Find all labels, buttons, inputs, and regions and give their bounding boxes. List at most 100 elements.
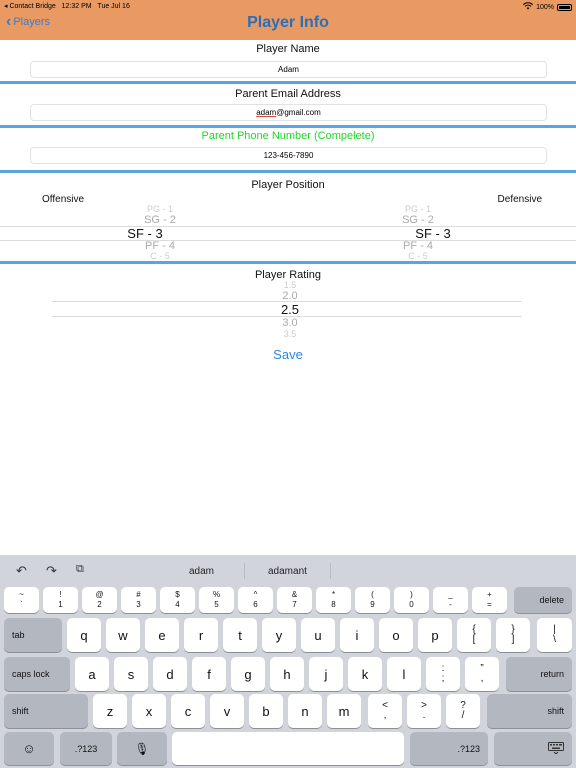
numbers-key-left[interactable]: .?123	[60, 732, 112, 765]
key-b[interactable]: b	[249, 694, 283, 728]
key-bottom: 7	[292, 600, 297, 609]
offensive-label: Offensive	[42, 194, 85, 205]
return-key[interactable]: return	[506, 657, 572, 691]
key-equals[interactable]: + =	[472, 587, 507, 613]
key-7[interactable]: & 7	[277, 587, 312, 613]
key-bottom: .	[422, 710, 426, 721]
key-a[interactable]: a	[75, 657, 109, 691]
key-q[interactable]: q	[67, 618, 101, 652]
key-bottom: `	[20, 600, 23, 609]
offensive-picker[interactable]: PG - 1 SG - 2 SF - 3 PF - 4 C - 5	[110, 204, 210, 260]
key-y[interactable]: y	[262, 618, 296, 652]
defensive-picker[interactable]: PG - 1 SG - 2 SF - 3 PF - 4 C - 5	[368, 204, 468, 260]
save-button[interactable]: Save	[0, 347, 576, 362]
keyboard-dismiss-icon	[503, 741, 564, 756]
separator	[0, 170, 576, 173]
key-2[interactable]: @2	[82, 587, 117, 613]
separator	[0, 81, 576, 84]
tab-key[interactable]: tab	[4, 618, 62, 652]
player-name-field[interactable]: Adam	[30, 61, 547, 78]
key-bottom: \	[553, 634, 556, 645]
key-f[interactable]: f	[192, 657, 226, 691]
key-i[interactable]: i	[340, 618, 374, 652]
key-top: %	[212, 590, 221, 599]
key-comma[interactable]: <,	[368, 694, 402, 728]
battery-percent: 100%	[536, 3, 554, 11]
key-1[interactable]: ! 1	[43, 587, 78, 613]
key-9[interactable]: (9	[355, 587, 390, 613]
key-h[interactable]: h	[270, 657, 304, 691]
suggestion-2[interactable]: adamant	[268, 566, 307, 577]
key-p[interactable]: p	[418, 618, 452, 652]
suggestion-1[interactable]: adam	[189, 566, 214, 577]
picker-item: SG - 2	[402, 214, 434, 226]
key-v[interactable]: v	[210, 694, 244, 728]
key-top: _	[448, 590, 453, 599]
key-backslash[interactable]: | \	[537, 618, 572, 652]
numbers-key-right[interactable]: .?123	[410, 732, 488, 765]
key-u[interactable]: u	[301, 618, 335, 652]
rating-picker[interactable]: 1.5 2.0 2.5 3.0 3.5	[240, 280, 340, 338]
status-time: 12:32 PM	[61, 3, 92, 10]
shift-key-left[interactable]: shift	[4, 694, 88, 728]
key-4[interactable]: $4	[160, 587, 195, 613]
status-right: 100%	[523, 2, 572, 12]
key-3[interactable]: #3	[121, 587, 156, 613]
key-n[interactable]: n	[288, 694, 322, 728]
space-bar[interactable]	[172, 732, 404, 765]
key-bottom: 8	[331, 600, 336, 609]
key-top: #	[136, 590, 141, 599]
parent-phone-field[interactable]: 123-456-7890	[30, 147, 547, 164]
key-t[interactable]: t	[223, 618, 257, 652]
key-z[interactable]: z	[93, 694, 127, 728]
parent-email-value-rest: @gmail.com	[276, 108, 321, 117]
key-semicolon[interactable]: :;	[426, 657, 460, 691]
nav-bar: ◂ Contact Bridge 12:32 PM Tue Jul 16 100…	[0, 0, 576, 40]
key-w[interactable]: w	[106, 618, 140, 652]
key-c[interactable]: c	[171, 694, 205, 728]
key-s[interactable]: s	[114, 657, 148, 691]
shift-key-right[interactable]: shift	[487, 694, 572, 728]
key-r[interactable]: r	[184, 618, 218, 652]
key-5[interactable]: % 5	[199, 587, 234, 613]
dismiss-keyboard-key[interactable]	[494, 732, 572, 765]
key-e[interactable]: e	[145, 618, 179, 652]
key-j[interactable]: j	[309, 657, 343, 691]
screen: ◂ Contact Bridge 12:32 PM Tue Jul 16 100…	[0, 0, 576, 768]
key-backtick[interactable]: ~ `	[4, 587, 39, 613]
separator	[0, 125, 576, 128]
key-top: @	[95, 590, 104, 599]
key-o[interactable]: o	[379, 618, 413, 652]
key-m[interactable]: m	[327, 694, 361, 728]
dictation-key[interactable]: 🎙	[117, 732, 167, 765]
key-6[interactable]: ^ 6	[238, 587, 273, 613]
delete-key[interactable]: delete	[514, 587, 572, 613]
picker-item: PG - 1	[146, 204, 173, 214]
key-d[interactable]: d	[153, 657, 187, 691]
key-bracket-right[interactable]: }]	[496, 618, 530, 652]
key-x[interactable]: x	[132, 694, 166, 728]
key-k[interactable]: k	[348, 657, 382, 691]
emoji-key[interactable]: ☺	[4, 732, 54, 765]
key-8[interactable]: * 8	[316, 587, 351, 613]
picker-selected: SF - 3	[415, 226, 451, 241]
key-top: ~	[19, 590, 24, 599]
key-slash[interactable]: ? /	[446, 694, 480, 728]
parent-email-field[interactable]: adam @gmail.com	[30, 104, 547, 121]
paste-icon[interactable]: ⧉	[76, 563, 84, 576]
caps-lock-key[interactable]: caps lock	[4, 657, 70, 691]
key-0[interactable]: ) 0	[394, 587, 429, 613]
wifi-icon	[523, 2, 534, 12]
picker-highlight-bottom	[0, 240, 576, 241]
key-bottom: [	[472, 634, 476, 645]
key-l[interactable]: l	[387, 657, 421, 691]
undo-icon[interactable]: ↶	[16, 563, 27, 579]
redo-icon[interactable]: ↷	[46, 563, 57, 579]
key-quote[interactable]: ”,	[465, 657, 499, 691]
key-g[interactable]: g	[231, 657, 265, 691]
key-bracket-left[interactable]: {[	[457, 618, 491, 652]
key-period[interactable]: >.	[407, 694, 441, 728]
picker-selected: SF - 3	[127, 226, 163, 241]
key-minus[interactable]: _ -	[433, 587, 468, 613]
parent-phone-label: Parent Phone Number (Compelete)	[201, 130, 375, 142]
